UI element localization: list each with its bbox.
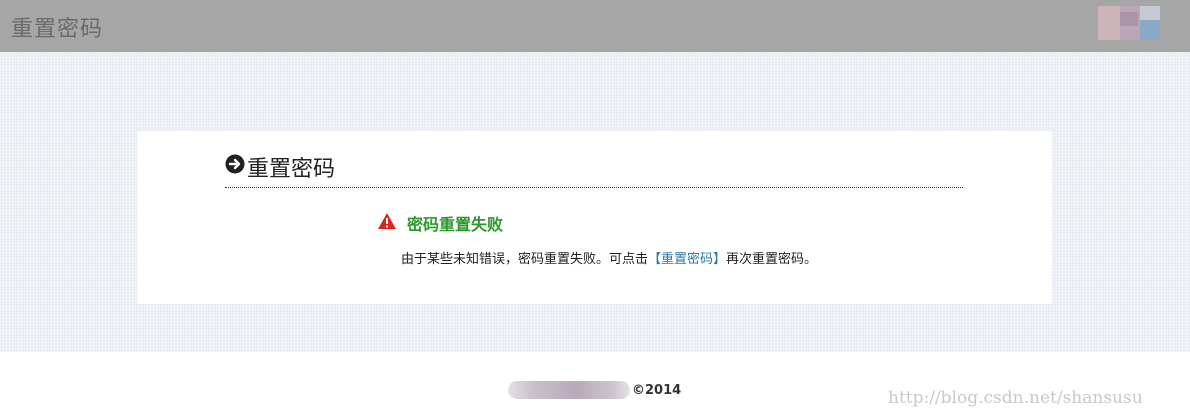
error-title: 密码重置失败: [407, 215, 504, 234]
avatar-block: [1098, 6, 1120, 40]
watermark: http://blog.csdn.net/shansusu: [888, 388, 1143, 408]
copyright: ©2014: [632, 383, 682, 398]
redacted-company-name: [508, 381, 630, 399]
arrow-right-circle-icon: [225, 154, 245, 174]
app-title: 重置密码: [11, 17, 104, 42]
message-text-end: 再次重置密码。: [726, 252, 818, 267]
page-title: 重置密码: [247, 157, 336, 182]
avatar-block: [1140, 6, 1160, 20]
avatar-block: [1120, 12, 1138, 26]
top-header: 重置密码: [0, 0, 1190, 52]
avatar-block: [1140, 20, 1160, 40]
avatar[interactable]: [1098, 6, 1160, 40]
message-text: 由于某些未知错误，密码重置失败。可点击: [401, 252, 649, 267]
main-content: 重置密码 密码重置失败 由于某些未知错误，密码重置失败。可点击【重置密码】再次重…: [0, 52, 1190, 352]
result-card: 重置密码 密码重置失败 由于某些未知错误，密码重置失败。可点击【重置密码】再次重…: [137, 131, 1052, 304]
card-heading: 重置密码: [225, 151, 963, 188]
footer: ©2014 http://blog.csdn.net/shansusu: [0, 352, 1190, 418]
reset-password-link[interactable]: 【重置密码】: [648, 252, 726, 267]
error-message: 由于某些未知错误，密码重置失败。可点击【重置密码】再次重置密码。: [372, 249, 822, 270]
warning-triangle-icon: [378, 213, 396, 229]
